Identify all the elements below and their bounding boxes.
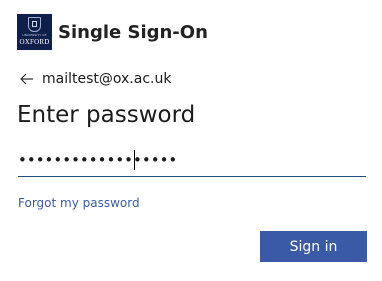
identity-email: mailtest@ox.ac.uk	[42, 71, 172, 87]
text-cursor	[134, 150, 135, 170]
arrow-left-icon[interactable]	[20, 72, 34, 86]
identity-banner: mailtest@ox.ac.uk	[20, 69, 171, 89]
app-title: Single Sign-On	[58, 21, 208, 43]
page-title: Enter password	[17, 102, 196, 128]
logo-text-university: UNIVERSITY OF	[22, 33, 47, 37]
crest-icon	[28, 17, 41, 32]
password-field	[18, 146, 366, 177]
oxford-logo: UNIVERSITY OF OXFORD	[17, 14, 52, 50]
logo-text-oxford: OXFORD	[19, 38, 50, 46]
sign-in-button[interactable]: Sign in	[260, 231, 367, 262]
forgot-password-link[interactable]: Forgot my password	[18, 196, 140, 210]
password-input[interactable]	[18, 146, 366, 174]
brand-header: UNIVERSITY OF OXFORD Single Sign-On	[17, 14, 208, 50]
